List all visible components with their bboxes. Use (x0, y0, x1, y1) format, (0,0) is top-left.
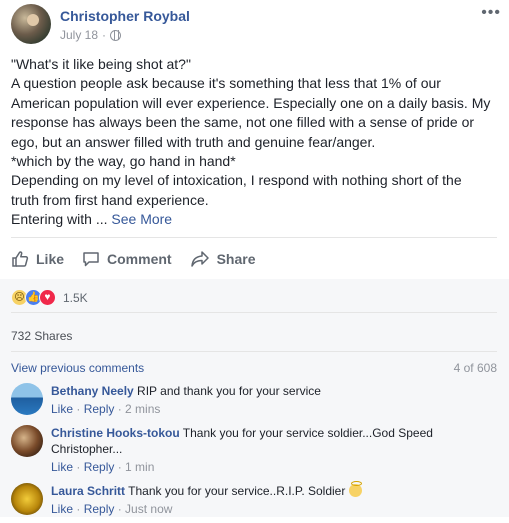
comment-like-link[interactable]: Like (51, 502, 73, 516)
commenter-name[interactable]: Bethany Neely (51, 384, 134, 398)
meta-separator: · (102, 28, 107, 42)
thumbs-up-icon (12, 251, 29, 267)
comment-time[interactable]: 2 mins (125, 402, 160, 416)
comment-content: Bethany Neely RIP and thank you for your… (51, 383, 491, 399)
commenter-avatar[interactable] (11, 483, 43, 515)
comment-time[interactable]: 1 min (125, 460, 154, 474)
commenter-avatar[interactable] (11, 383, 43, 415)
view-previous-comments-link[interactable]: View previous comments (11, 361, 144, 375)
author-name[interactable]: Christopher Roybal (60, 8, 190, 24)
post-line: *which by the way, go hand in hand* (11, 153, 236, 170)
reaction-count: 1.5K (63, 290, 88, 305)
like-label: Like (36, 251, 65, 267)
commenter-avatar[interactable] (11, 425, 43, 457)
comment-label: Comment (107, 251, 172, 267)
divider (11, 237, 497, 238)
shares-count[interactable]: 732 Shares (11, 329, 72, 343)
post-date[interactable]: July 18 (60, 28, 98, 42)
globe-icon[interactable] (110, 29, 122, 41)
like-button[interactable]: Like (11, 250, 64, 268)
reactions-summary[interactable]: ☹ 👍 ♥ 1.5K (11, 289, 88, 306)
post-line: "What's it like being shot at?" (11, 56, 191, 72)
divider (11, 351, 497, 352)
post-meta: July 18 · (60, 28, 122, 42)
author-avatar[interactable] (11, 4, 51, 44)
comment-content: Laura Schritt Thank you for your service… (51, 481, 491, 499)
comment-text: Thank you for your service..R.I.P. Soldi… (128, 484, 346, 498)
comment-actions: Like · Reply · 2 mins (51, 402, 161, 416)
post-line: Depending on my level of intoxication, I… (11, 172, 462, 208)
comment-actions: Like · Reply · 1 min (51, 460, 155, 474)
comment-like-link[interactable]: Like (51, 460, 73, 474)
comment-body: Christine Hooks-tokou Thank you for your… (51, 425, 491, 475)
commenter-name[interactable]: Laura Schritt (51, 484, 125, 498)
post-line-truncated: Entering with ... See More (11, 210, 491, 229)
share-icon (190, 251, 209, 267)
comment-text: RIP and thank you for your service (137, 384, 321, 398)
comment-reply-link[interactable]: Reply (84, 402, 115, 416)
share-button[interactable]: Share (190, 250, 256, 268)
angel-emoji-icon (348, 481, 362, 497)
comment-reply-link[interactable]: Reply (84, 460, 115, 474)
commenter-name[interactable]: Christine Hooks-tokou (51, 426, 180, 440)
truncated-text: Entering with ... (11, 211, 108, 228)
comment-actions: Like · Reply · Just now (51, 502, 173, 516)
comment-like-link[interactable]: Like (51, 402, 73, 416)
post-header: Christopher Roybal July 18 · ••• (11, 4, 501, 46)
divider (11, 312, 497, 313)
comment-icon (83, 252, 99, 267)
comment-content: Christine Hooks-tokou Thank you for your… (51, 425, 491, 457)
share-label: Share (216, 251, 256, 267)
comment-time[interactable]: Just now (125, 502, 172, 516)
love-reaction-icon: ♥ (39, 289, 56, 306)
post-options-icon[interactable]: ••• (481, 4, 501, 22)
post-line: A question people ask because it's somet… (11, 75, 491, 150)
post-actions: Like Comment Share (11, 245, 491, 273)
comment-body: Bethany Neely RIP and thank you for your… (51, 383, 491, 417)
see-more-link[interactable]: See More (111, 211, 172, 227)
post-text: "What's it like being shot at?" A questi… (11, 55, 491, 230)
comment-button[interactable]: Comment (82, 250, 172, 268)
comment-reply-link[interactable]: Reply (84, 502, 115, 516)
comments-count: 4 of 608 (453, 361, 497, 375)
feedback-section: ☹ 👍 ♥ 1.5K 732 Shares View previous comm… (0, 279, 509, 517)
comment-body: Laura Schritt Thank you for your service… (51, 481, 491, 517)
